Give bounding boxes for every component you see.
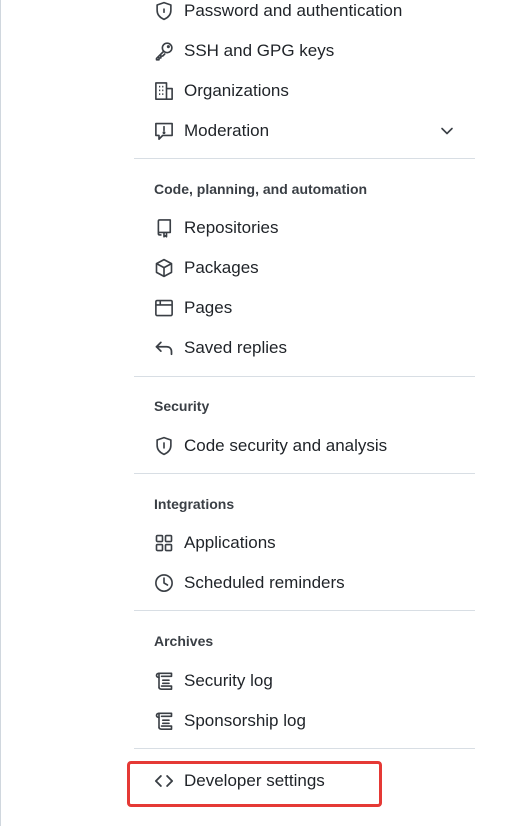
sidebar-item-pages[interactable]: Pages [134,288,475,328]
reply-icon [154,338,174,358]
repo-icon [154,218,174,238]
section-title-security: Security [154,398,210,414]
section-title-archives: Archives [154,633,214,649]
sidebar-item-label: Code security and analysis [184,436,388,455]
shield-lock-icon [154,1,174,21]
section-divider [134,158,475,159]
sidebar-item-repositories[interactable]: Repositories [134,208,475,248]
sidebar-item-code-security-analysis[interactable]: Code security and analysis [134,426,475,466]
sidebar-item-ssh-gpg-keys[interactable]: SSH and GPG keys [134,31,475,71]
sidebar-item-label: Organizations [184,81,289,100]
apps-icon [154,533,174,553]
code-icon [154,771,174,791]
window-edge [0,0,1,826]
sidebar-item-label: Applications [184,533,276,552]
section-title-code-planning-automation: Code, planning, and automation [154,181,368,197]
section-divider [134,473,475,474]
log-icon [154,671,174,691]
sidebar-item-packages[interactable]: Packages [134,248,475,288]
clock-icon [154,573,174,593]
sidebar-item-label: Password and authentication [184,1,403,20]
package-icon [154,258,174,278]
sidebar-item-applications[interactable]: Applications [134,523,475,563]
key-icon [154,41,174,61]
organization-icon [154,81,174,101]
sidebar-item-scheduled-reminders[interactable]: Scheduled reminders [134,563,475,603]
section-divider [134,748,475,749]
sidebar-item-password-authentication[interactable]: Password and authentication [134,0,475,31]
sidebar-item-moderation[interactable]: Moderation [134,111,475,151]
sidebar-item-label: Pages [184,298,233,317]
report-icon [154,121,174,141]
sidebar-item-label: Sponsorship log [184,711,306,730]
sidebar-item-label: Scheduled reminders [184,573,345,592]
section-divider [134,376,475,377]
sidebar-item-saved-replies[interactable]: Saved replies [134,328,475,368]
shield-icon [154,436,174,456]
sidebar-item-organizations[interactable]: Organizations [134,71,475,111]
sidebar-item-sponsorship-log[interactable]: Sponsorship log [134,701,475,741]
sidebar-item-developer-settings[interactable]: Developer settings [134,761,475,801]
sidebar-item-label: Repositories [184,218,279,237]
sidebar-item-label: Saved replies [184,338,288,357]
chevron-down-icon[interactable] [439,123,455,139]
log-icon [154,711,174,731]
browser-icon [154,298,174,318]
section-title-integrations: Integrations [154,496,235,512]
sidebar-item-label: Developer settings [184,771,325,790]
sidebar-item-label: Packages [184,258,259,277]
sidebar-item-label: Moderation [184,121,270,140]
section-divider [134,610,475,611]
sidebar-item-label: SSH and GPG keys [184,41,335,60]
sidebar-item-security-log[interactable]: Security log [134,661,475,701]
sidebar-item-label: Security log [184,671,273,690]
